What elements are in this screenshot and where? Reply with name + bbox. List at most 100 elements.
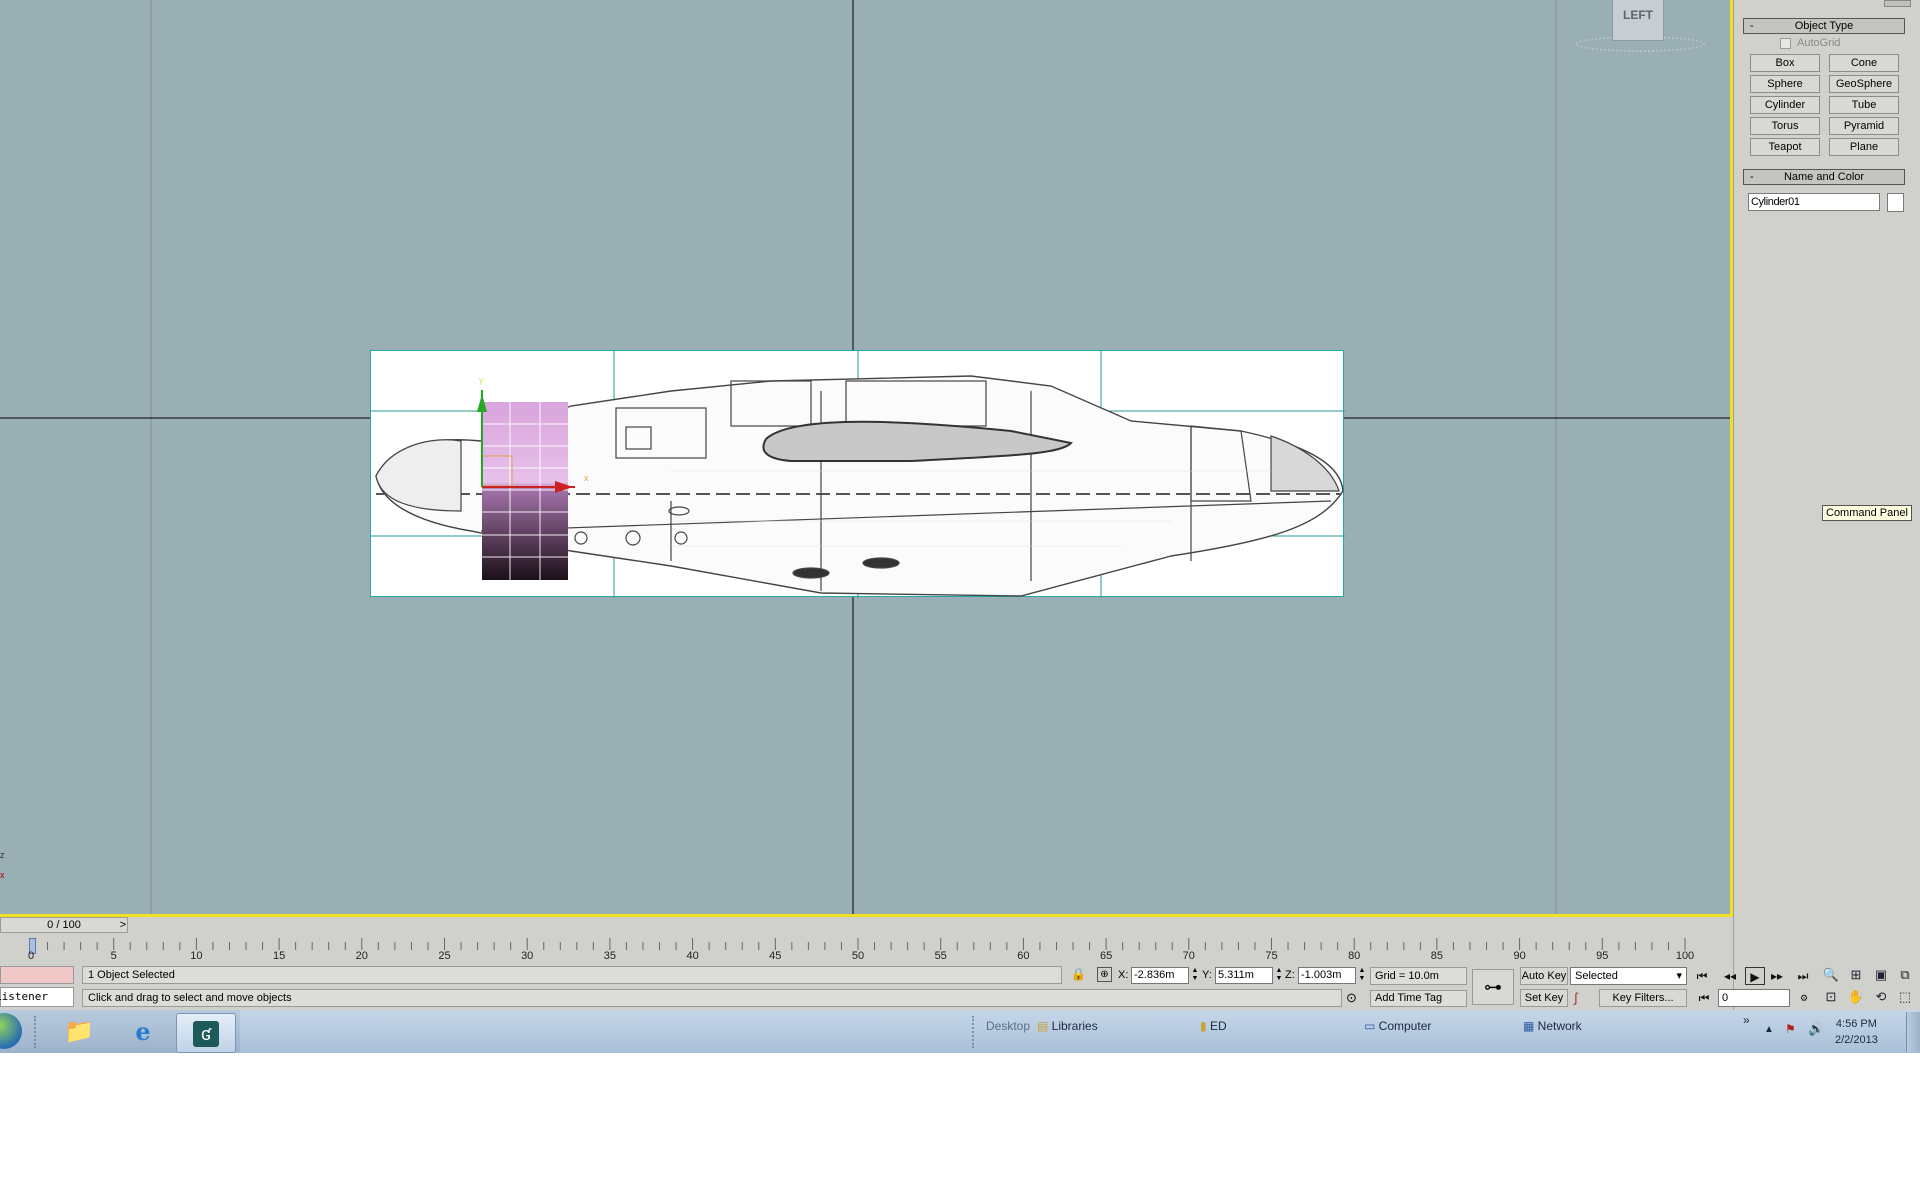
show-hidden-icons-icon[interactable]: ▲	[1764, 1024, 1774, 1035]
cylinder-button[interactable]: Cylinder	[1750, 96, 1820, 114]
ed-link[interactable]: ▮ ED	[1200, 1019, 1227, 1033]
object-name-field[interactable]: Cylinder01	[1748, 193, 1880, 211]
listener-text: Listener	[0, 990, 48, 1003]
desktop-link[interactable]: Desktop	[986, 1019, 1030, 1033]
auto-key-button[interactable]: Auto Key	[1520, 967, 1568, 985]
network-link[interactable]: ▦ Network	[1523, 1019, 1582, 1033]
panel-scrollbar[interactable]	[1884, 0, 1911, 7]
time-tag-icon[interactable]: ⊙	[1346, 990, 1357, 1006]
selected-value: Selected	[1575, 970, 1618, 982]
set-key-mode-icon[interactable]: ⊶	[1472, 969, 1514, 1005]
trackbar-tick-label: 45	[769, 950, 782, 962]
trackbar-tick-label: 50	[851, 950, 865, 962]
trackbar-tick-label: 90	[1513, 950, 1526, 962]
y-label: Y:	[1202, 969, 1212, 981]
teapot-button[interactable]: Teapot	[1750, 138, 1820, 156]
next-frame-icon[interactable]: ▸▸	[1767, 967, 1787, 985]
pan-hand-icon[interactable]: ✋	[1845, 987, 1867, 1007]
cone-button[interactable]: Cone	[1829, 54, 1899, 72]
time-config-icon[interactable]: ⚙	[1794, 989, 1814, 1007]
volume-icon[interactable]: 🔊	[1808, 1021, 1824, 1037]
field-of-view-icon[interactable]: ⊡	[1820, 987, 1842, 1007]
axis-z-label: z	[0, 850, 5, 860]
command-panel-tooltip: Command Panel	[1822, 505, 1912, 521]
trackbar-tick-label: 65	[1099, 950, 1113, 962]
zoom-all-icon[interactable]: ⊞	[1845, 965, 1867, 985]
torus-button[interactable]: Torus	[1750, 117, 1820, 135]
trackbar-tick-label: 40	[686, 950, 699, 962]
left-viewport[interactable]: y x LEFT z x	[0, 0, 1733, 917]
gizmo-x-label: x	[584, 473, 589, 483]
toolbar-overflow-button[interactable]: »	[1743, 1013, 1750, 1027]
trackbar-tick-label: 55	[934, 950, 947, 962]
plane-button[interactable]: Plane	[1829, 138, 1899, 156]
trackbar[interactable]: 0 5 10 15 20 25 30 35 40 45 50 55 60 65 70 75 80 85 90 95 10…	[0, 936, 1733, 964]
tube-button[interactable]: Tube	[1829, 96, 1899, 114]
key-tangent-icon[interactable]: ∫	[1574, 990, 1578, 1005]
internet-explorer-icon[interactable]: e	[118, 1014, 168, 1050]
pyramid-button[interactable]: Pyramid	[1829, 117, 1899, 135]
selection-status: 1 Object Selected	[82, 966, 1062, 984]
x-coordinate-field[interactable]: -2.836m	[1131, 967, 1189, 984]
trackbar-tick-label: 60	[1017, 950, 1030, 962]
trackbar-tick-label: 80	[1348, 950, 1361, 962]
z-spinner[interactable]: ▲ ▼	[1358, 967, 1366, 984]
x-spinner[interactable]: ▲ ▼	[1191, 967, 1199, 984]
sphere-button[interactable]: Sphere	[1750, 75, 1820, 93]
windows-taskbar	[0, 1010, 1920, 1053]
libraries-link[interactable]: ▤ Libraries	[1037, 1019, 1098, 1033]
y-coordinate-field[interactable]: 5.311m	[1215, 967, 1273, 984]
3ds-max-taskbar-icon[interactable]: ʛ	[176, 1013, 236, 1053]
trackbar-ticks	[30, 938, 1686, 950]
autogrid-checkbox[interactable]	[1780, 38, 1791, 49]
zoom-extents-icon[interactable]: ▣	[1870, 965, 1892, 985]
toolbar-grip	[972, 1016, 980, 1048]
key-selection-dropdown[interactable]: Selected ▾	[1570, 967, 1687, 985]
zoom-extents-all-icon[interactable]: ⧉	[1894, 965, 1916, 985]
time-slider-next-button[interactable]: >	[116, 917, 130, 933]
collapse-icon: -	[1750, 20, 1754, 32]
trackbar-tick-label: 30	[521, 950, 534, 962]
time-slider-track[interactable]	[130, 919, 1730, 931]
go-to-end-icon[interactable]: ⏭	[1793, 967, 1813, 985]
trackbar-tick-label: 85	[1430, 950, 1444, 962]
computer-link[interactable]: ▭ Computer	[1364, 1019, 1431, 1033]
maximize-viewport-icon[interactable]: ⬚	[1894, 987, 1916, 1007]
name-color-rollout[interactable]: - Name and Color	[1743, 169, 1905, 185]
viewcube[interactable]: LEFT	[1575, 0, 1705, 54]
orbit-icon[interactable]: ⟲	[1870, 987, 1892, 1007]
object-color-swatch[interactable]	[1887, 193, 1904, 212]
zoom-icon[interactable]: 🔍	[1820, 965, 1842, 985]
current-frame-field[interactable]: 0	[1718, 989, 1790, 1007]
action-center-icon[interactable]: ⚑	[1785, 1022, 1796, 1036]
geosphere-button[interactable]: GeoSphere	[1829, 75, 1899, 93]
collapse-icon: -	[1750, 171, 1754, 183]
listener-label[interactable]: Listener	[0, 987, 74, 1007]
play-icon[interactable]: ▶	[1745, 967, 1765, 985]
object-type-rollout[interactable]: - Object Type	[1743, 18, 1905, 34]
absolute-mode-icon[interactable]: ⊕	[1097, 967, 1112, 982]
z-label: Z:	[1285, 969, 1295, 981]
previous-frame-icon[interactable]: ◂◂	[1720, 967, 1740, 985]
show-desktop-button[interactable]	[1906, 1012, 1920, 1052]
add-time-tag-button[interactable]: Add Time Tag	[1370, 990, 1467, 1007]
set-key-button[interactable]: Set Key	[1520, 989, 1568, 1007]
system-clock[interactable]: 4:56 PM 2/2/2013	[1835, 1016, 1878, 1048]
move-gizmo[interactable]	[470, 372, 590, 502]
key-mode-toggle-icon[interactable]: ⏮	[1694, 989, 1714, 1007]
ed-label: ED	[1209, 1019, 1227, 1033]
viewcube-face-left[interactable]: LEFT	[1612, 0, 1664, 41]
clock-date: 2/2/2013	[1835, 1034, 1878, 1046]
y-spinner[interactable]: ▲ ▼	[1275, 967, 1283, 984]
explorer-icon[interactable]: 📁	[54, 1014, 104, 1050]
z-coordinate-field[interactable]: -1.003m	[1298, 967, 1356, 984]
network-label: Network	[1537, 1019, 1582, 1033]
network-icon: ▦	[1523, 1019, 1538, 1033]
key-filters-button[interactable]: Key Filters...	[1599, 989, 1687, 1007]
go-to-start-icon[interactable]: ⏮	[1692, 967, 1712, 985]
box-button[interactable]: Box	[1750, 54, 1820, 72]
lock-icon[interactable]: 🔒	[1071, 967, 1086, 981]
time-slider[interactable]: 0 / 100	[0, 917, 128, 933]
maxscript-listener-mini[interactable]	[0, 966, 74, 984]
trackbar-tick-label: 95	[1596, 950, 1609, 962]
